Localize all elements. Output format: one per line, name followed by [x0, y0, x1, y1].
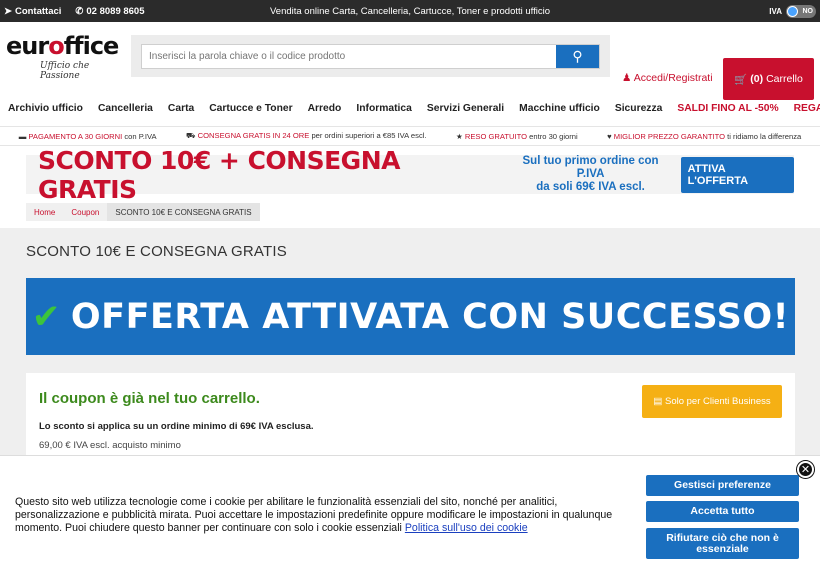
document-icon: ▤ [653, 396, 663, 407]
benefits-bar: ▬ PAGAMENTO A 30 GIORNI con P.IVA ⛟ CONS… [0, 126, 820, 146]
nav-item[interactable]: Archivio ufficio [8, 103, 83, 114]
nav-item[interactable]: Sicurezza [615, 103, 663, 114]
coupon-title: Il coupon è già nel tuo carrello. [39, 390, 260, 407]
phone-link[interactable]: ✆ 02 8089 8605 [75, 6, 144, 17]
breadcrumb-coupon[interactable]: Coupon [63, 208, 107, 217]
accept-all-button[interactable]: Accetta tutto [646, 501, 799, 522]
toggle-knob [787, 5, 798, 17]
card-icon: ▬ [18, 131, 27, 141]
logo-tagline: Ufficio che Passione [40, 61, 90, 81]
benefit-price: ♥ MIGLIOR PREZZO GARANTITO ti ridiamo la… [607, 131, 802, 141]
breadcrumb: Home Coupon SCONTO 10€ E CONSEGNA GRATIS [26, 203, 260, 221]
nav-item-gifts[interactable]: REGALI PER TE [794, 103, 820, 114]
benefit-return: ★ RESO GRATUITO entro 30 giorni [455, 131, 578, 141]
nav-item[interactable]: Arredo [308, 103, 342, 114]
manage-preferences-button[interactable]: Gestisci preferenze [646, 475, 799, 496]
cookie-policy-link[interactable]: Politica sull'uso dei cookie [405, 522, 528, 534]
main-content: SCONTO 10€ E CONSEGNA GRATIS ✔ OFFERTA A… [0, 228, 820, 473]
truck-icon: ⛟ [185, 131, 196, 140]
login-link[interactable]: ♟ Accedi/Registrati [622, 72, 713, 84]
coupon-minimum: 69,00 € IVA escl. acquisto minimo [39, 440, 181, 451]
header: euroffice Ufficio che Passione ⚲ ♟ Acced… [0, 22, 820, 100]
promo-subtext: Sul tuo primo ordine con P.IVA da soli 69… [522, 155, 659, 193]
search-button[interactable]: ⚲ [556, 45, 599, 68]
close-icon[interactable]: ✕ [797, 461, 814, 478]
search-icon: ⚲ [572, 48, 583, 64]
nav-item[interactable]: Macchine ufficio [519, 103, 600, 114]
business-only-badge[interactable]: ▤ Solo per Clienti Business [642, 385, 782, 418]
cart-button[interactable]: 🛒 (0) Carrello [723, 58, 814, 100]
nav-item[interactable]: Cartucce e Toner [209, 103, 292, 114]
page-title: SCONTO 10€ E CONSEGNA GRATIS [26, 243, 287, 260]
promo-banner[interactable]: SCONTO 10€ + CONSEGNA GRATIS Sul tuo pri… [26, 146, 795, 204]
send-icon: ➤ [4, 5, 12, 17]
user-icon: ♟ [622, 72, 632, 84]
star-icon: ★ [455, 131, 463, 141]
cookie-banner: ✕ Questo sito web utilizza tecnologie co… [0, 455, 820, 577]
breadcrumb-home[interactable]: Home [26, 208, 63, 217]
search-bar: ⚲ [131, 35, 610, 77]
nav-item[interactable]: Servizi Generali [427, 103, 504, 114]
euroffice-logo[interactable]: euroffice Ufficio che Passione [6, 32, 119, 81]
benefit-delivery: ⛟ CONSEGNA GRATIS IN 24 ORE per ordini s… [185, 131, 427, 140]
iva-label: IVA [769, 6, 782, 16]
coupon-condition: Lo sconto si applica su un ordine minimo… [39, 421, 314, 432]
main-nav: Archivio ufficio Cancelleria Carta Cartu… [0, 90, 820, 126]
activate-offer-button[interactable]: ATTIVA L'OFFERTA [680, 156, 795, 193]
search-input[interactable] [142, 45, 556, 68]
success-banner: ✔ OFFERTA ATTIVATA CON SUCCESSO! [26, 278, 795, 355]
nav-item[interactable]: Informatica [356, 103, 412, 114]
nav-item[interactable]: Cancelleria [98, 103, 153, 114]
checkmark-icon: ✔ [31, 296, 61, 337]
top-bar: ➤ Contattaci ✆ 02 8089 8605 Vendita online… [0, 0, 820, 22]
iva-toggle[interactable]: NO [786, 4, 816, 18]
phone-icon: ✆ [75, 5, 84, 17]
contact-link[interactable]: ➤ Contattaci [4, 6, 61, 17]
benefit-payment: ▬ PAGAMENTO A 30 GIORNI con P.IVA [18, 131, 157, 141]
cart-icon: 🛒 [734, 73, 748, 86]
heart-icon: ♥ [607, 131, 612, 141]
nav-item[interactable]: Carta [168, 103, 194, 114]
reject-nonessential-button[interactable]: Rifiutare ciò che non è essenziale [646, 528, 799, 559]
nav-item-sale[interactable]: SALDI FINO AL -50% [677, 103, 778, 114]
cookie-text: Questo sito web utilizza tecnologie come… [15, 496, 613, 534]
breadcrumb-current: SCONTO 10€ E CONSEGNA GRATIS [107, 203, 260, 221]
promo-headline: SCONTO 10€ + CONSEGNA GRATIS [38, 145, 400, 204]
